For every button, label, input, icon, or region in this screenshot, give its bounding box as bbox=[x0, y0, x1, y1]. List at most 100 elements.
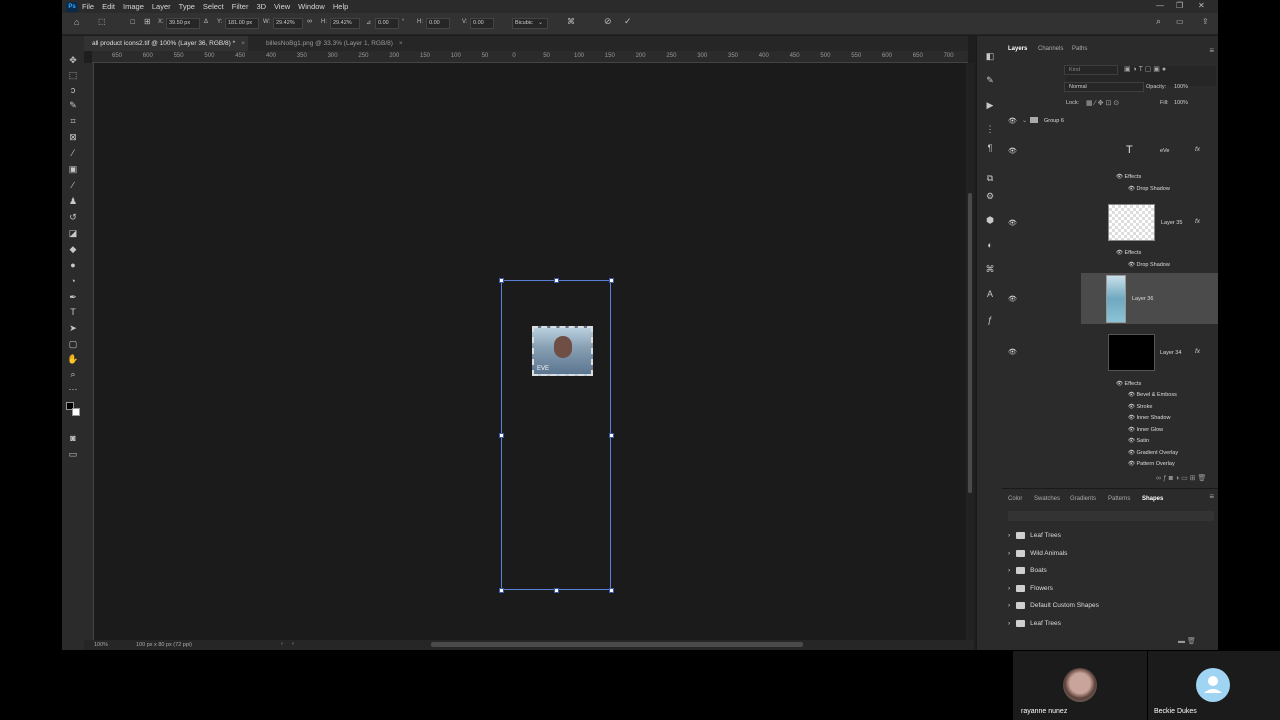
effect-item[interactable]: 👁 Bevel & Emboss bbox=[1128, 392, 1177, 398]
shape-folder[interactable]: › Leaf Trees bbox=[1008, 527, 1208, 544]
styles-icon[interactable]: ƒ bbox=[984, 314, 996, 326]
menu-select[interactable]: Select bbox=[203, 2, 224, 11]
eye-icon[interactable]: 👁 bbox=[1008, 147, 1017, 155]
reference-point-icon[interactable]: ⊞ bbox=[144, 17, 151, 26]
transform-handle[interactable] bbox=[554, 278, 559, 283]
opacity-input[interactable]: 100% bbox=[1174, 84, 1188, 90]
chevron-right-icon[interactable]: › bbox=[1008, 532, 1010, 539]
quick-select-tool-icon[interactable]: ✎ bbox=[67, 99, 79, 111]
tab-billes-no-bg[interactable]: billesNoBg1.png @ 33.3% (Layer 1, RGB/8)… bbox=[236, 36, 416, 51]
transform-handle[interactable] bbox=[609, 588, 614, 593]
layer-row-eve[interactable]: 👁 T eVe fx bbox=[1002, 136, 1210, 166]
vertical-scrollbar[interactable] bbox=[966, 63, 974, 640]
tab-shapes[interactable]: Shapes bbox=[1142, 492, 1163, 506]
character-icon[interactable]: A bbox=[984, 288, 996, 300]
glyphs-icon[interactable]: ⌘ bbox=[984, 263, 996, 275]
chevron-right-icon[interactable]: › bbox=[1008, 550, 1010, 557]
stamp-tool-icon[interactable]: ♟ bbox=[67, 195, 79, 207]
tab-color[interactable]: Color bbox=[1008, 492, 1022, 506]
layer-footer-icons[interactable]: ∞ ƒ ◙ ◑ ▭ ⊞ 🗑 bbox=[1156, 474, 1206, 482]
share-icon[interactable]: ⇪ bbox=[1202, 17, 1209, 26]
color-wheel-icon[interactable]: ◐ bbox=[984, 239, 996, 251]
h-input[interactable]: 29.42% bbox=[330, 18, 360, 29]
effect-item[interactable]: 👁 Pattern Overlay bbox=[1128, 461, 1175, 467]
blend-mode-select[interactable]: Normal bbox=[1064, 82, 1144, 92]
crop-tool-icon[interactable]: ⌗ bbox=[67, 115, 79, 127]
eye-icon[interactable]: 👁 bbox=[1008, 219, 1017, 227]
eye-icon[interactable]: 👁 bbox=[1008, 295, 1017, 303]
shape-tool-icon[interactable]: ▢ bbox=[67, 338, 79, 350]
lasso-tool-icon[interactable]: ↄ bbox=[67, 84, 79, 96]
history-brush-icon[interactable]: ↺ bbox=[67, 211, 79, 223]
effect-item[interactable]: 👁 Inner Shadow bbox=[1128, 415, 1170, 421]
background-color-swatch[interactable] bbox=[72, 408, 80, 416]
dodge-tool-icon[interactable]: ◔ bbox=[67, 275, 79, 287]
transform-handle[interactable] bbox=[499, 588, 504, 593]
transform-handle[interactable] bbox=[609, 278, 614, 283]
menu-view[interactable]: View bbox=[274, 2, 290, 11]
workspace-icon[interactable]: ▭ bbox=[1176, 17, 1184, 26]
filter-icons[interactable]: ▣ ◑ T ▢ ▣ ● bbox=[1124, 65, 1166, 73]
menu-layer[interactable]: Layer bbox=[152, 2, 171, 11]
eyedropper-tool-icon[interactable]: ⁄ bbox=[67, 147, 79, 159]
adjustments-icon[interactable]: ⋮ bbox=[984, 123, 996, 135]
brush-settings-icon[interactable]: ✎ bbox=[984, 74, 996, 86]
warp-icon[interactable]: ⌘ bbox=[567, 17, 575, 26]
effect-item[interactable]: 👁 Stroke bbox=[1128, 404, 1152, 410]
paragraph-icon[interactable]: ¶ bbox=[984, 142, 996, 154]
shape-folder[interactable]: › Boats bbox=[1008, 562, 1208, 579]
effect-item[interactable]: 👁 Drop Shadow bbox=[1128, 262, 1170, 268]
x-input[interactable]: 39.50 px bbox=[166, 18, 200, 29]
close-icon[interactable]: ✕ bbox=[1198, 1, 1205, 10]
chevron-right-icon[interactable]: › bbox=[1008, 585, 1010, 592]
panel-menu-icon[interactable]: ≡ bbox=[1209, 46, 1214, 55]
home-icon[interactable]: ⌂ bbox=[74, 17, 79, 27]
chevron-down-icon[interactable]: ⌄ bbox=[538, 19, 543, 26]
tab-patterns[interactable]: Patterns bbox=[1108, 492, 1130, 506]
quick-mask-icon[interactable]: ◙ bbox=[67, 432, 79, 444]
close-icon[interactable]: × bbox=[399, 40, 403, 47]
shape-folder[interactable]: › Default Custom Shapes bbox=[1008, 597, 1208, 614]
vskew-input[interactable]: 0.00 bbox=[470, 18, 494, 29]
commit-transform-icon[interactable]: ✓ bbox=[624, 16, 632, 27]
chevron-right-icon[interactable]: › bbox=[1008, 602, 1010, 609]
chevron-right-icon[interactable]: › bbox=[1008, 620, 1010, 627]
delta-icon[interactable]: Δ bbox=[204, 19, 208, 25]
menu-file[interactable]: File bbox=[82, 2, 94, 11]
properties-icon[interactable]: ⚙ bbox=[984, 190, 996, 202]
group-row[interactable]: 👁 ⌄ Group 6 bbox=[1002, 114, 1210, 128]
blur-tool-icon[interactable]: ● bbox=[67, 259, 79, 271]
effect-item[interactable]: 👁 Drop Shadow bbox=[1128, 186, 1170, 192]
shape-folder[interactable]: › Wild Animals bbox=[1008, 545, 1208, 562]
screen-mode-icon[interactable]: ▭ bbox=[67, 448, 79, 460]
fx-icon[interactable]: fx bbox=[1195, 218, 1200, 225]
play-icon[interactable]: ▶ bbox=[984, 99, 996, 111]
healing-tool-icon[interactable]: ▣ bbox=[67, 163, 79, 175]
minimize-icon[interactable]: — bbox=[1156, 1, 1164, 10]
eye-icon[interactable]: 👁 bbox=[1008, 348, 1017, 356]
horizontal-scrollbar-thumb[interactable] bbox=[431, 642, 803, 647]
frame-tool-icon[interactable]: ⊠ bbox=[67, 131, 79, 143]
fx-icon[interactable]: fx bbox=[1195, 348, 1200, 355]
tab-layers[interactable]: Layers bbox=[1008, 42, 1027, 56]
type-tool-icon[interactable]: T bbox=[67, 306, 79, 318]
shapes-footer-icons[interactable]: ▬ 🗑 bbox=[1178, 637, 1196, 645]
tab-gradients[interactable]: Gradients bbox=[1070, 492, 1096, 506]
shape-folder[interactable]: › Flowers bbox=[1008, 580, 1208, 597]
menu-help[interactable]: Help bbox=[333, 2, 348, 11]
layer-row-36[interactable]: 👁 Layer 36 bbox=[1002, 273, 1210, 324]
menu-3d[interactable]: 3D bbox=[256, 2, 266, 11]
shape-folder[interactable]: › Leaf Trees bbox=[1008, 615, 1208, 632]
menu-window[interactable]: Window bbox=[298, 2, 325, 11]
effect-item[interactable]: 👁 Satin bbox=[1128, 438, 1149, 444]
tab-all-product-icons[interactable]: all product icons2.tif @ 100% (Layer 36,… bbox=[62, 36, 248, 51]
hskew-input[interactable]: 0.00 bbox=[426, 18, 450, 29]
effect-item[interactable]: 👁 Inner Glow bbox=[1128, 427, 1163, 433]
y-input[interactable]: 181.00 px bbox=[225, 18, 259, 29]
eye-icon[interactable]: 👁 bbox=[1008, 117, 1017, 125]
3d-icon[interactable]: ⬢ bbox=[984, 214, 996, 226]
cancel-transform-icon[interactable]: ⊘ bbox=[604, 16, 612, 27]
shapes-search[interactable] bbox=[1008, 511, 1214, 521]
move-tool-icon[interactable]: ✥ bbox=[67, 54, 79, 66]
lock-icons[interactable]: ▦ ⁄ ✥ ⊡ ⊙ bbox=[1086, 99, 1119, 107]
